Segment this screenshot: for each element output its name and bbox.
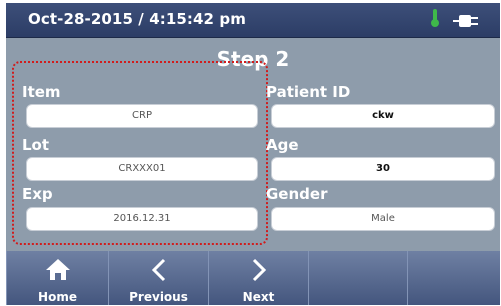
chevron-left-icon xyxy=(150,258,168,286)
next-button[interactable]: Next xyxy=(208,251,309,305)
age-field[interactable]: 30 xyxy=(271,157,495,181)
datetime: Oct-28-2015 / 4:15:42 pm xyxy=(28,10,246,28)
chevron-right-icon xyxy=(250,258,268,286)
bottom-nav: Home Previous Next xyxy=(6,251,500,305)
screen: Oct-28-2015 / 4:15:42 pm Step 2 Item CRP… xyxy=(6,3,500,305)
empty-button-2[interactable] xyxy=(407,251,500,305)
previous-button[interactable]: Previous xyxy=(108,251,209,305)
status-bar: Oct-28-2015 / 4:15:42 pm xyxy=(6,3,500,38)
exp-label: Exp xyxy=(22,185,53,203)
exp-field[interactable]: 2016.12.31 xyxy=(26,207,258,231)
thermometer-icon xyxy=(430,8,440,32)
patient-id-label: Patient ID xyxy=(266,83,351,101)
home-icon xyxy=(45,258,71,286)
lot-field[interactable]: CRXXX01 xyxy=(26,157,258,181)
lot-label: Lot xyxy=(22,136,50,154)
item-label: Item xyxy=(22,83,61,101)
empty-button-1[interactable] xyxy=(308,251,408,305)
home-button[interactable]: Home xyxy=(6,251,109,305)
gender-field[interactable]: Male xyxy=(271,207,495,231)
plug-icon xyxy=(453,13,481,32)
age-label: Age xyxy=(266,136,299,154)
home-label: Home xyxy=(38,290,77,304)
patient-id-field[interactable]: ckw xyxy=(271,104,495,128)
item-field[interactable]: CRP xyxy=(26,104,258,128)
previous-label: Previous xyxy=(129,290,188,304)
next-label: Next xyxy=(242,290,275,304)
gender-label: Gender xyxy=(266,185,328,203)
